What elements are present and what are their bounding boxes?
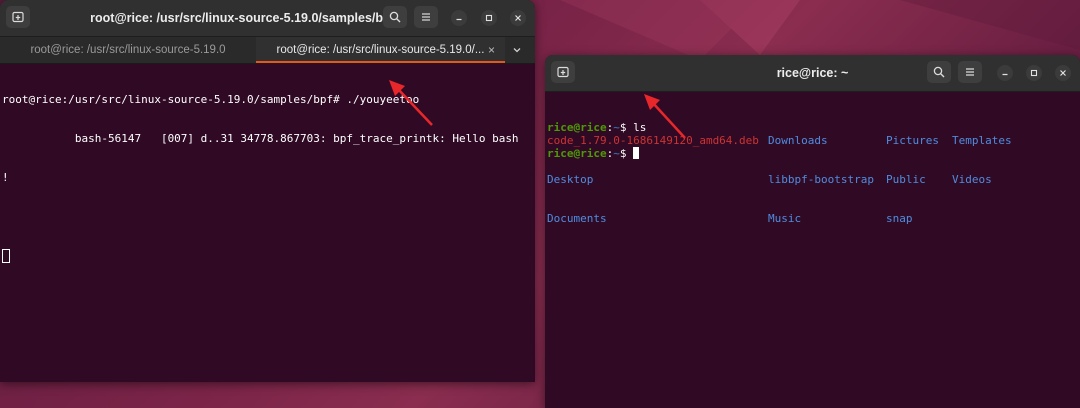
ls-entry-dir: Documents xyxy=(547,212,607,225)
ls-entry-dir: Public xyxy=(886,173,926,186)
right-terminal-output[interactable]: rice@rice:~$ ls code_1.79.0-1686149120_a… xyxy=(545,92,1080,398)
close-icon xyxy=(515,15,521,21)
ls-column-4: Templates Videos xyxy=(952,108,1012,212)
close-icon xyxy=(1060,70,1066,76)
annotation-arrow-right xyxy=(644,94,686,139)
chevron-down-icon xyxy=(513,47,521,53)
close-button[interactable] xyxy=(1055,65,1071,81)
ls-column-2: Downloads libbpf-bootstrap Music xyxy=(768,108,874,251)
minimize-icon xyxy=(456,18,462,21)
left-titlebar: root@rice: /usr/src/linux-source-5.19.0/… xyxy=(0,0,535,37)
terminal-line: bash-56147 [007] d..31 34778.867703: bpf… xyxy=(2,132,519,145)
tab-2[interactable]: root@rice: /usr/src/linux-source-5.19.0/… xyxy=(256,37,505,63)
maximize-button[interactable] xyxy=(481,10,497,26)
minimize-icon xyxy=(1002,73,1008,76)
annotation-arrow-left xyxy=(389,80,433,126)
right-titlebar: rice@rice: ~ xyxy=(545,55,1080,92)
ls-entry-dir: snap xyxy=(886,212,913,225)
tab-1-label: root@rice: /usr/src/linux-source-5.19.0 xyxy=(30,44,226,56)
menu-button[interactable] xyxy=(958,61,982,83)
prompt-user: rice@rice xyxy=(547,147,607,160)
menu-button[interactable] xyxy=(414,6,438,28)
ls-entry-dir: Pictures xyxy=(886,134,939,147)
tab-1[interactable]: root@rice: /usr/src/linux-source-5.19.0 xyxy=(0,37,256,63)
search-icon xyxy=(389,11,401,23)
search-button[interactable] xyxy=(383,6,407,28)
cursor-line xyxy=(2,249,533,263)
terminal-line: root@rice:/usr/src/linux-source-5.19.0/s… xyxy=(2,93,420,106)
tab-2-label: root@rice: /usr/src/linux-source-5.19.0/… xyxy=(276,44,485,56)
maximize-icon xyxy=(485,14,493,22)
ls-column-3: Pictures Public snap xyxy=(886,108,939,251)
new-tab-button[interactable] xyxy=(6,6,30,28)
window-title: root@rice: /usr/src/linux-source-5.19.0/… xyxy=(90,11,395,25)
terminal-cursor xyxy=(633,147,640,159)
new-tab-icon xyxy=(557,66,569,78)
prompt-path: ~ xyxy=(613,147,620,160)
ls-entry-dir: Desktop xyxy=(547,173,594,186)
prompt-line: rice@rice:~$ xyxy=(547,147,640,160)
terminal-cursor xyxy=(2,249,10,263)
tab-bar: root@rice: /usr/src/linux-source-5.19.0 … xyxy=(0,37,535,64)
ls-entry-dir: Music xyxy=(768,212,802,225)
ls-entry-dir: Videos xyxy=(952,173,992,186)
left-terminal-output[interactable]: root@rice:/usr/src/linux-source-5.19.0/s… xyxy=(0,64,535,291)
hamburger-menu-icon xyxy=(422,13,430,21)
search-button[interactable] xyxy=(927,61,951,83)
maximize-button[interactable] xyxy=(1026,65,1042,81)
minimize-button[interactable] xyxy=(997,65,1013,81)
tab-list-dropdown[interactable] xyxy=(512,37,522,63)
new-tab-button[interactable] xyxy=(551,61,575,83)
left-terminal-window: root@rice: /usr/src/linux-source-5.19.0/… xyxy=(0,0,535,382)
terminal-line: ! xyxy=(2,171,9,184)
ls-entry-dir: libbpf-bootstrap xyxy=(768,173,874,186)
right-terminal-window: rice@rice: ~ rice@rice:~$ ls code_1.79.0… xyxy=(545,55,1080,408)
ls-entry-dir: Templates xyxy=(952,134,1012,147)
minimize-button[interactable] xyxy=(451,10,467,26)
maximize-icon xyxy=(1030,69,1038,77)
tab-close-icon[interactable]: × xyxy=(488,37,495,63)
prompt-symbol: $ xyxy=(619,147,634,160)
search-icon xyxy=(933,66,945,78)
hamburger-menu-icon xyxy=(966,68,974,76)
close-button[interactable] xyxy=(510,10,526,26)
ls-entry-dir: Downloads xyxy=(768,134,828,147)
new-tab-icon xyxy=(12,11,24,23)
